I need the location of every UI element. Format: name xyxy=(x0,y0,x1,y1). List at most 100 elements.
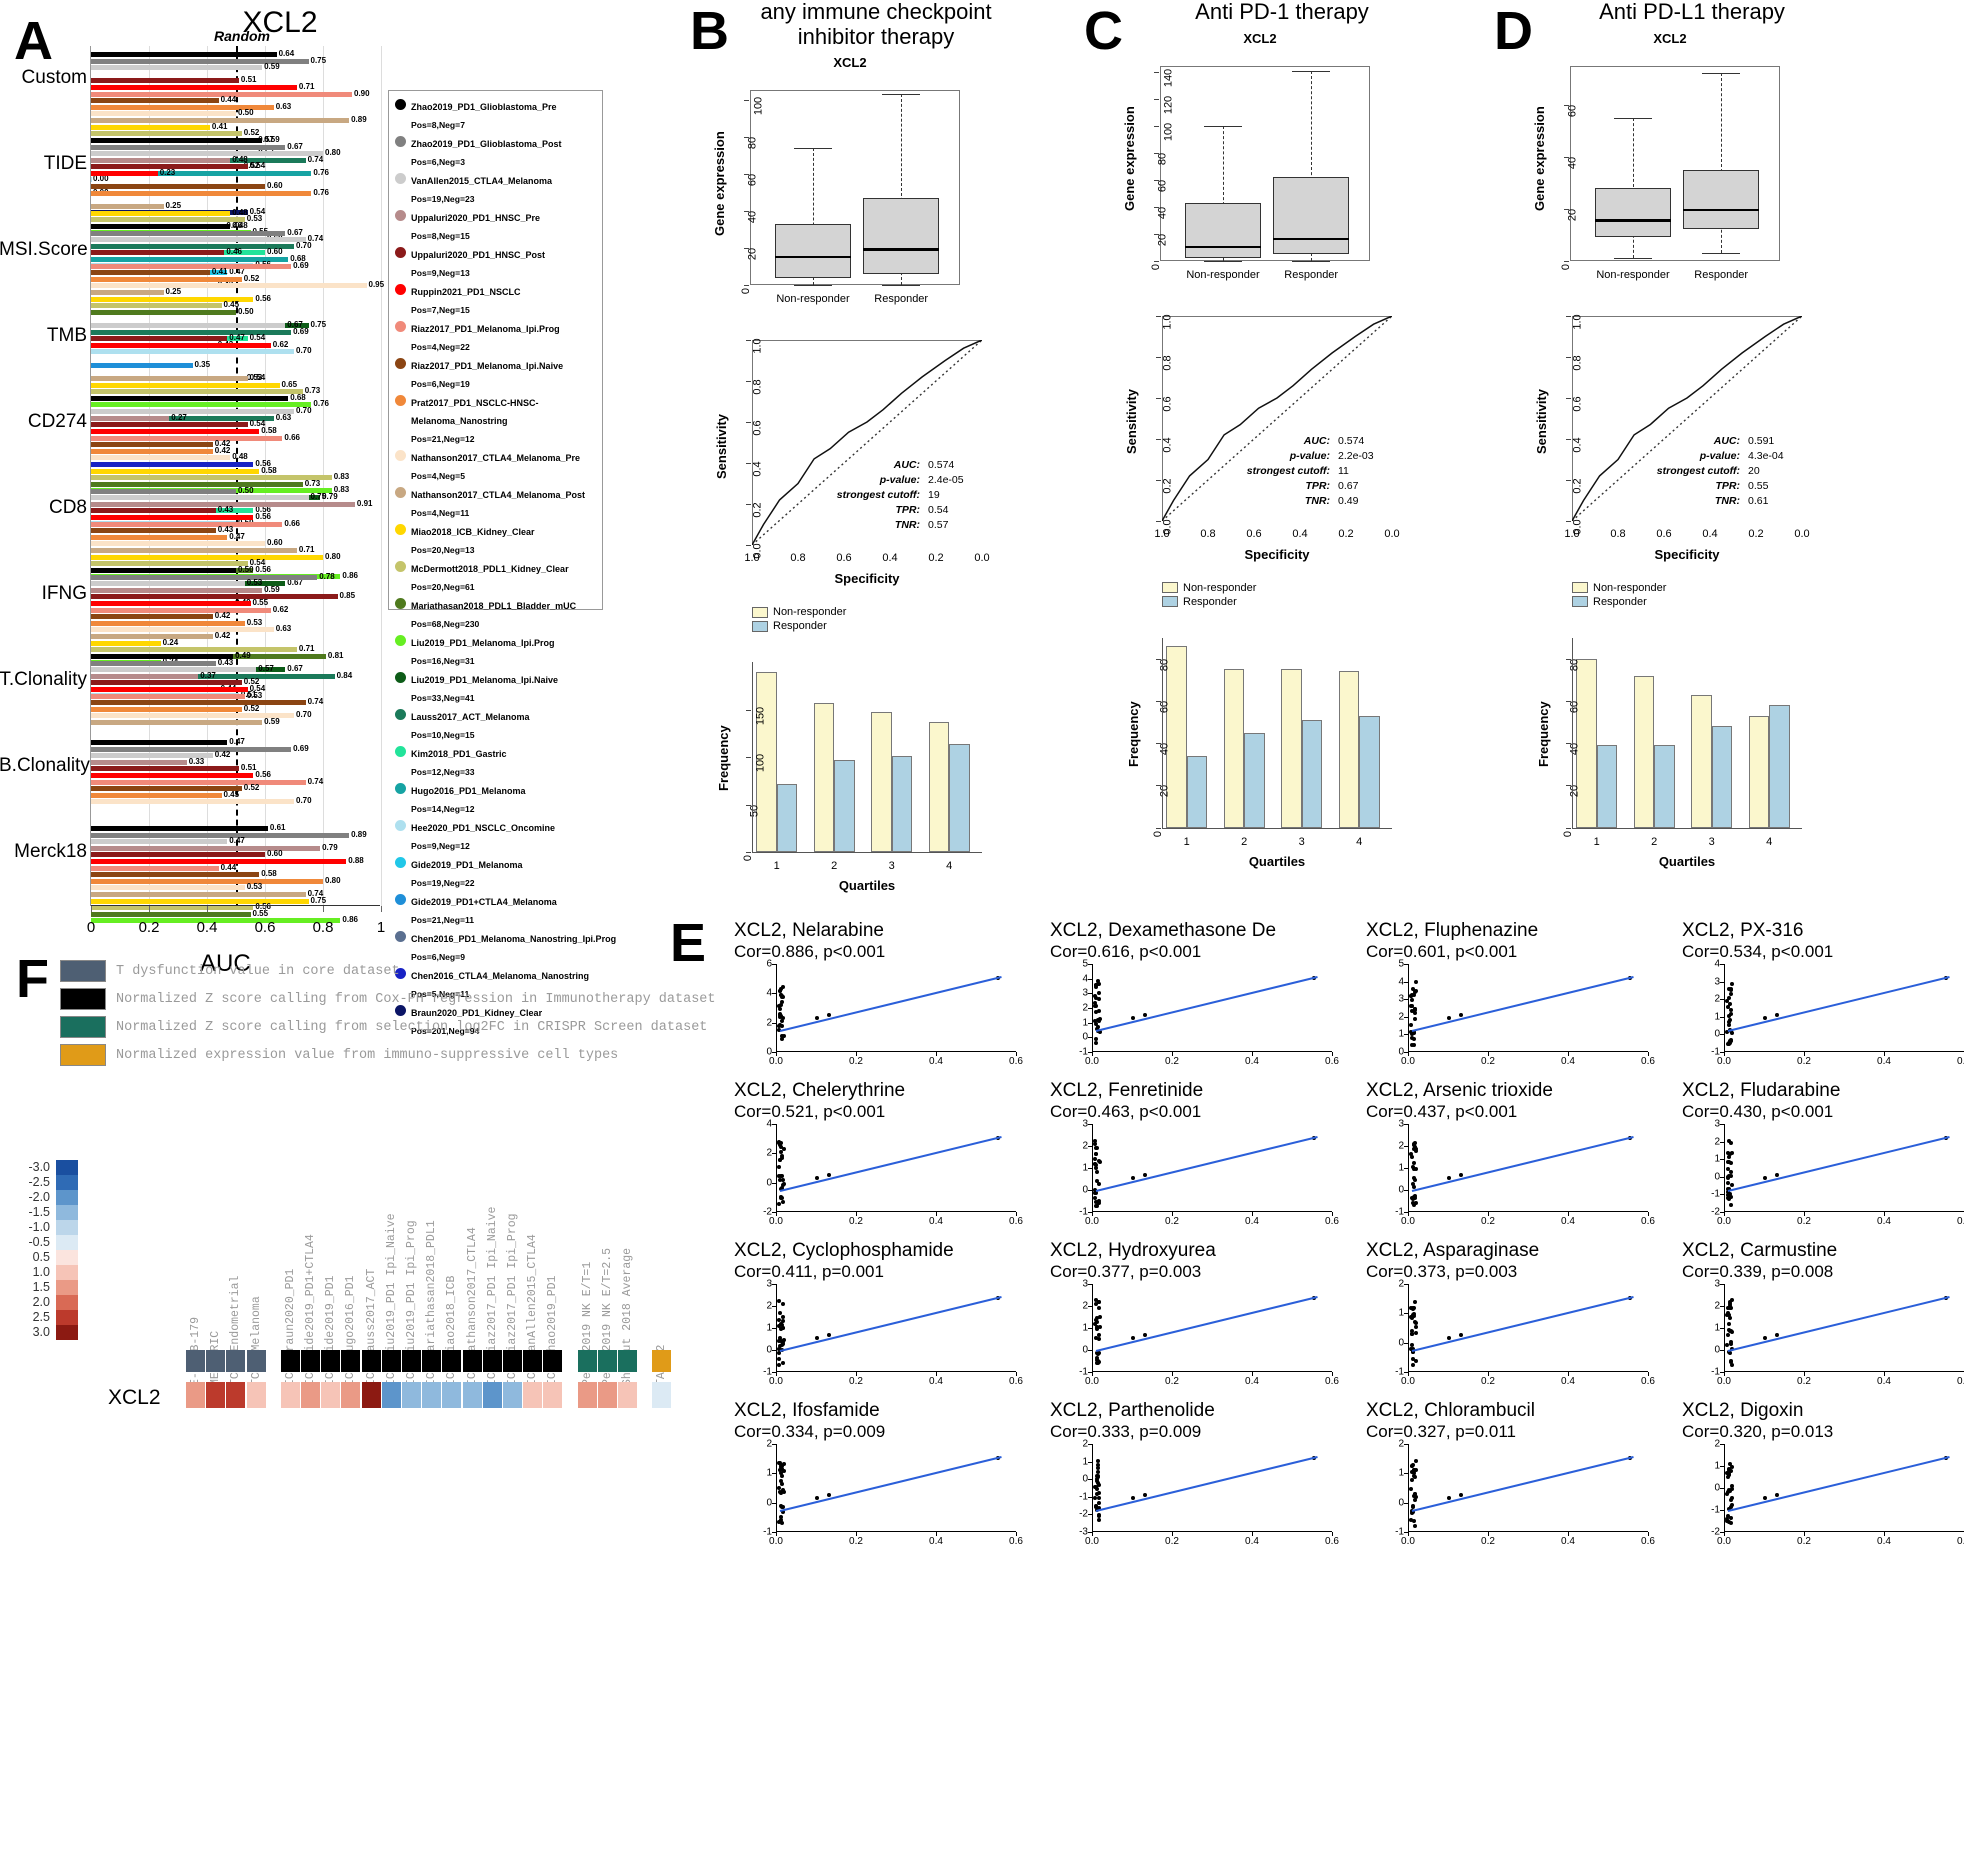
legend-item: Hee2020_PD1_NSCLC_Oncomine Pos=9,Neg=12 xyxy=(395,818,598,854)
legend-label: Riaz2017_PD1_Melanoma_Ipi.Naive Pos=6,Neg… xyxy=(411,356,563,392)
auc-bar-value: 0.54 xyxy=(250,373,266,382)
auc-bar-value: 0.68 xyxy=(290,393,306,402)
x-tick-label: 0.6 xyxy=(836,552,851,564)
x-tick-label: 0.4 xyxy=(929,1216,943,1227)
scatter-title: XCL2, Hydroxyurea xyxy=(1050,1240,1350,1262)
x-tickmark xyxy=(1884,1052,1885,1056)
x-axis-line xyxy=(776,1211,1016,1212)
data-point xyxy=(1727,1197,1731,1201)
data-point xyxy=(1094,1152,1098,1156)
legend-label: Liu2019_PD1_Melanoma_Ipi.Naive Pos=33,Neg… xyxy=(411,670,558,706)
auc-bar-value: 0.63 xyxy=(276,624,292,633)
x-tick-label: 0.2 xyxy=(1748,528,1763,540)
x-category-label: Non-responder xyxy=(1596,269,1669,281)
group-label-cd8: CD8 xyxy=(0,497,87,519)
legend-item: Hugo2016_PD1_Melanoma Pos=14,Neg=12 xyxy=(395,781,598,817)
y-tick-label: -1 xyxy=(1711,1505,1720,1516)
y-tickmark xyxy=(744,248,749,249)
x-tickmark xyxy=(1488,1372,1489,1376)
y-tickmark xyxy=(1156,357,1161,358)
heatmap-cell xyxy=(382,1382,401,1408)
auc-bar-value: 0.58 xyxy=(261,426,277,435)
heatmap-cell xyxy=(543,1382,562,1408)
auc-bar xyxy=(91,760,187,765)
x-tickmark xyxy=(1252,1052,1253,1056)
scatter-correlation-stat: Cor=0.521, p<0.001 xyxy=(734,1102,1034,1122)
scatter-title: XCL2, Chlorambucil xyxy=(1366,1400,1666,1422)
auc-bar xyxy=(91,455,230,460)
auc-bar xyxy=(91,270,210,275)
auc-bar-value: 0.54 xyxy=(250,333,266,342)
regression-line xyxy=(1728,1136,1950,1192)
regression-line xyxy=(780,1136,1002,1192)
frequency-bar xyxy=(1339,671,1360,827)
auc-bar-value: 0.45 xyxy=(224,300,240,309)
auc-bar-value: 0.69 xyxy=(293,261,309,270)
colorbar-swatch xyxy=(56,1235,78,1250)
scatter-plot: XCL2, Chlorambucil Cor=0.327, p=0.011 -1 0 1… xyxy=(1366,1400,1666,1552)
legend-label: VanAllen2015_CTLA4_Melanoma Pos=19,Neg=23 xyxy=(411,171,552,207)
legend-color-dot xyxy=(395,635,406,646)
scatter-axes: 0 1 2 3 4 5 0.0 0.2 0.4 0.6 xyxy=(1408,964,1648,1052)
x-axis-line xyxy=(776,1371,1016,1372)
colorbar-swatch xyxy=(56,1205,78,1220)
x-tickmark xyxy=(1488,1532,1489,1536)
auc-bar-value: 0.76 xyxy=(313,188,329,197)
y-tickmark xyxy=(1088,1023,1092,1024)
data-point xyxy=(1728,1018,1732,1022)
y-tickmark xyxy=(1720,964,1724,965)
random-label: Random xyxy=(214,28,270,44)
y-tickmark xyxy=(772,1284,776,1285)
y-tickmark xyxy=(1404,1124,1408,1125)
auc-bar-value: 0.86 xyxy=(342,915,358,924)
x-tickmark xyxy=(776,1052,777,1056)
auc-bar xyxy=(91,793,222,798)
y-tickmark xyxy=(746,422,751,423)
y-tick-label: 1.0 xyxy=(751,339,763,354)
y-tick-label: -2 xyxy=(1079,1509,1088,1520)
scatter-plot: XCL2, Asparaginase Cor=0.373, p=0.003 -1 0 1… xyxy=(1366,1240,1666,1392)
median-line xyxy=(1273,238,1349,241)
panelb-roc-ylabel: Sensitivity xyxy=(714,414,729,479)
heatmap-cell xyxy=(186,1382,205,1408)
y-tick-label: 40 xyxy=(746,211,758,223)
auc-bar-value: 0.59 xyxy=(264,717,280,726)
y-axis-line xyxy=(1162,638,1163,828)
auc-bar-value: 0.78 xyxy=(319,572,335,581)
regression-line xyxy=(1728,976,1950,1032)
frequency-bar xyxy=(892,756,913,852)
legend-swatch xyxy=(1572,596,1588,607)
auc-bar-value: 0.60 xyxy=(267,181,283,190)
scatter-plot: XCL2, Carmustine Cor=0.339, p=0.008 -1 0 1 2 3… xyxy=(1682,1240,1964,1392)
y-tickmark xyxy=(772,1328,776,1329)
x-tick-label: 0.0 xyxy=(769,1376,783,1387)
heatmap-cell xyxy=(503,1382,522,1408)
colorbar-label: 2.0 xyxy=(8,1295,50,1310)
legend-item: McDermott2018_PDL1_Kidney_Clear Pos=20,Ne… xyxy=(395,559,598,595)
x-tickmark xyxy=(856,1052,857,1056)
x-tick-label: 0.2 xyxy=(1797,1376,1811,1387)
auc-bar xyxy=(91,508,216,513)
auc-bar xyxy=(91,548,297,553)
y-tickmark xyxy=(1404,1017,1408,1018)
frequency-bar xyxy=(1712,726,1733,827)
legend-color-dot xyxy=(395,99,406,110)
legend-item: Nathanson2017_CTLA4_Melanoma_Pre Pos=4,Ne… xyxy=(395,448,598,484)
y-tick-label: 80 xyxy=(1158,659,1170,671)
y-tickmark xyxy=(1156,785,1161,786)
auc-bar xyxy=(91,363,193,368)
x-tickmark xyxy=(1884,1212,1885,1216)
legend-item: Responder xyxy=(1162,596,1256,608)
legend-label: Nathanson2017_CTLA4_Melanoma_Pre Pos=4,Ne… xyxy=(411,448,580,484)
panelc-freq-legend: Non-responder Responder xyxy=(1162,582,1256,610)
x-tickmark xyxy=(1724,1372,1725,1376)
y-tickmark xyxy=(1088,1514,1092,1515)
auc-bar-value: 0.86 xyxy=(342,571,358,580)
x-tick-label: 0.2 xyxy=(849,1056,863,1067)
auc-bar-value: 0.25 xyxy=(166,201,182,210)
auc-bar-value: 0.43 xyxy=(218,505,234,514)
y-tickmark xyxy=(772,1444,776,1445)
y-tickmark xyxy=(1404,1503,1408,1504)
x-tickmark xyxy=(1488,1212,1489,1216)
data-point xyxy=(1143,1333,1147,1337)
